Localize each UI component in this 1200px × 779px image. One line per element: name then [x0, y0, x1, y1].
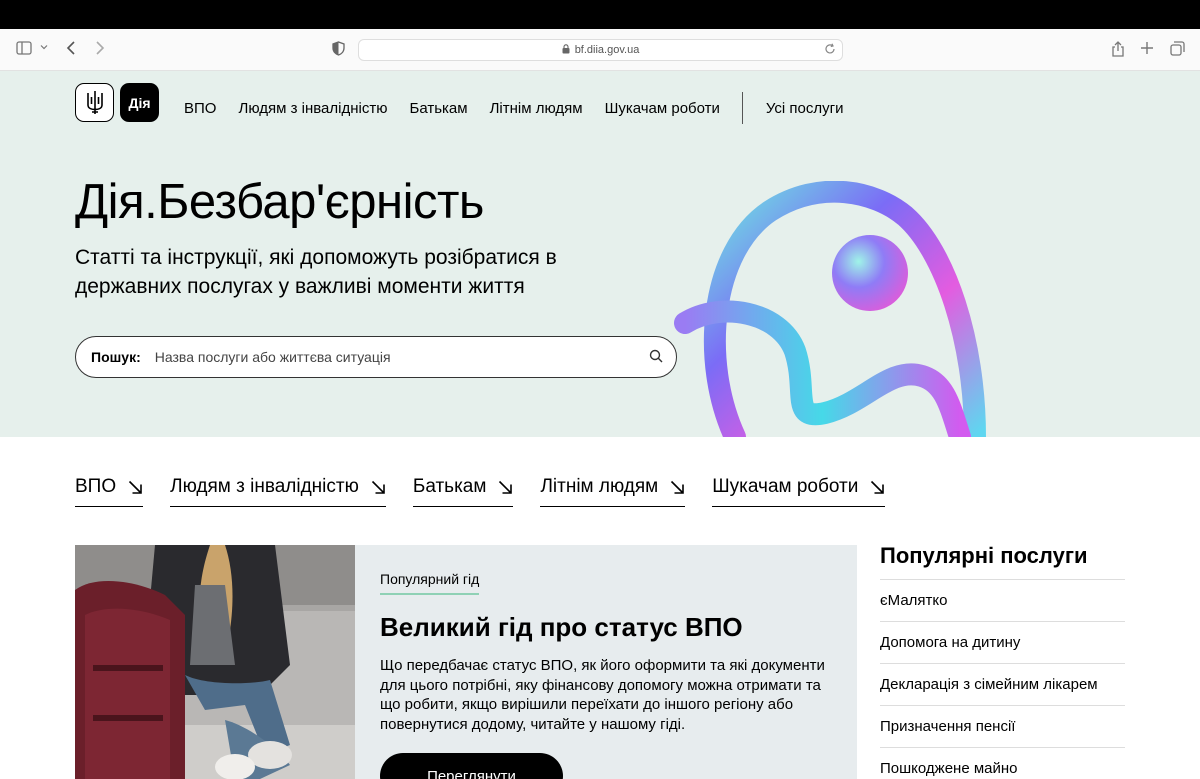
category-link-parents[interactable]: Батькам: [412, 476, 514, 507]
category-link-vpo[interactable]: ВПО: [75, 476, 144, 507]
nav-divider: [741, 92, 743, 124]
page-subtitle: Статті та інструкції, які допоможуть роз…: [75, 246, 557, 298]
nav-item-vpo[interactable]: ВПО: [184, 100, 216, 117]
nav-item-disability[interactable]: Людям з інвалідністю: [238, 100, 387, 117]
reload-icon[interactable]: [824, 43, 836, 58]
category-link-job-seekers[interactable]: Шукачам роботи: [712, 476, 886, 507]
nav-item-elderly[interactable]: Літнім людям: [490, 100, 583, 117]
view-guide-button[interactable]: Переглянути: [380, 753, 563, 779]
nav-item-parents[interactable]: Батькам: [409, 100, 467, 117]
arrow-down-right-icon: [870, 480, 885, 495]
sidebar-toggle-icon[interactable]: [16, 41, 32, 55]
popular-service-item[interactable]: єМалятко: [880, 580, 1125, 622]
search-label: Пошук:: [91, 349, 141, 365]
arrow-down-right-icon: [670, 480, 685, 495]
ukraine-trident-logo[interactable]: [75, 83, 114, 122]
top-navigation: ВПО Людям з інвалідністю Батькам Літнім …: [184, 92, 866, 124]
back-icon[interactable]: [66, 41, 76, 55]
guide-title[interactable]: Великий гід про статус ВПО: [380, 612, 743, 643]
share-icon[interactable]: [1111, 41, 1125, 57]
url-text: bf.diia.gov.ua: [574, 44, 640, 56]
arrow-down-right-icon: [498, 480, 513, 495]
nav-item-job-seekers[interactable]: Шукачам роботи: [605, 100, 720, 117]
arrow-down-right-icon: [371, 480, 386, 495]
tabs-overview-icon[interactable]: [1170, 41, 1185, 56]
popular-service-item[interactable]: Пошкоджене майно: [880, 748, 1125, 779]
decorative-3d-swirl-graphic: [674, 181, 986, 437]
nav-item-all-services[interactable]: Усі послуги: [766, 100, 844, 117]
popular-services: Популярні послуги єМалятко Допомога на д…: [880, 543, 1125, 779]
lock-icon: [562, 43, 570, 57]
chevron-down-icon[interactable]: [40, 43, 48, 51]
search-box: Пошук:: [75, 336, 677, 378]
privacy-shield-icon[interactable]: [332, 41, 345, 56]
address-bar[interactable]: bf.diia.gov.ua: [358, 39, 843, 61]
hero-section: Дія ВПО Людям з інвалідністю Батькам Літ…: [0, 71, 1200, 437]
guide-photo: [75, 545, 355, 779]
guide-description: Що передбачає статус ВПО, як його оформи…: [380, 657, 825, 733]
diia-logo[interactable]: Дія: [120, 83, 159, 122]
popular-services-title: Популярні послуги: [880, 543, 1125, 580]
popular-service-item[interactable]: Допомога на дитину: [880, 622, 1125, 664]
new-tab-icon[interactable]: [1140, 41, 1154, 55]
category-link-disability[interactable]: Людям з інвалідністю: [170, 476, 386, 507]
featured-guide-card: Популярний гід Великий гід про статус ВП…: [75, 545, 857, 779]
browser-toolbar: bf.diia.gov.ua: [0, 29, 1200, 71]
search-input[interactable]: [154, 349, 625, 365]
forward-icon[interactable]: [95, 41, 105, 55]
category-links: ВПО Людям з інвалідністю Батькам Літнім …: [75, 476, 912, 507]
top-black-bar: [0, 0, 1200, 29]
popular-service-item[interactable]: Призначення пенсії: [880, 706, 1125, 748]
arrow-down-right-icon: [128, 480, 143, 495]
guide-tag: Популярний гід: [380, 571, 480, 595]
page-title: Дія.Безбар'єрність: [75, 175, 484, 229]
popular-service-item[interactable]: Декларація з сімейним лікарем: [880, 664, 1125, 706]
category-link-elderly[interactable]: Літнім людям: [540, 476, 686, 507]
